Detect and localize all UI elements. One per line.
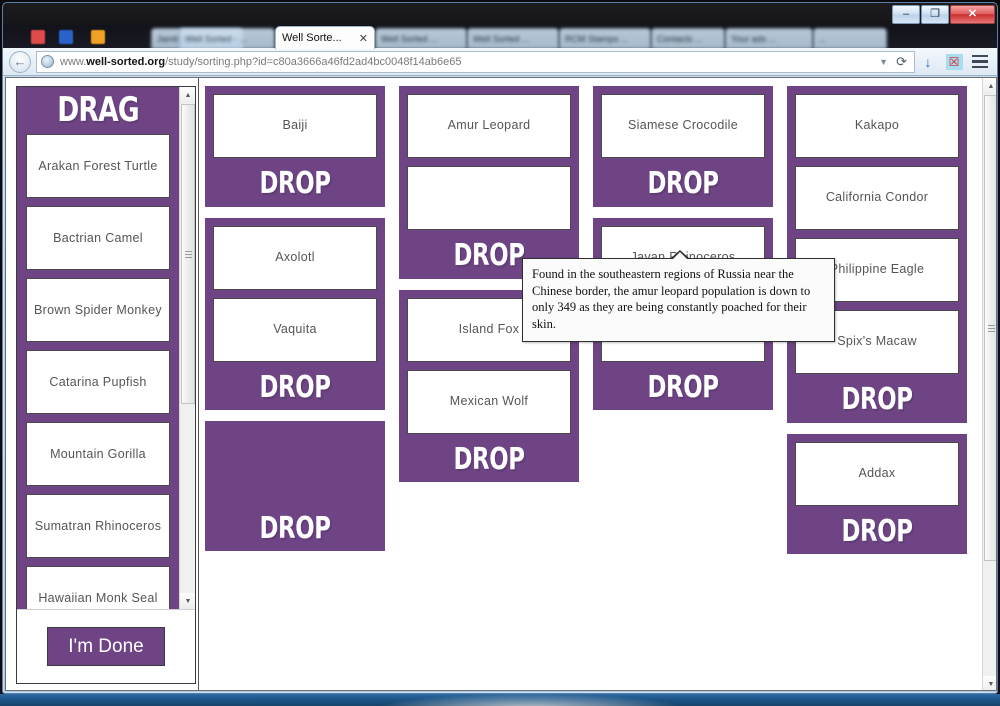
- rss-icon: ☒: [945, 53, 963, 70]
- drag-item[interactable]: Catarina Pupfish: [26, 350, 170, 414]
- sorted-item-card[interactable]: California Condor: [795, 166, 959, 230]
- drop-label: DROP: [259, 166, 331, 201]
- drop-group[interactable]: Axolotl Vaquita DROP: [205, 217, 385, 410]
- back-button[interactable]: ←: [9, 50, 31, 73]
- board-scroll-up-icon[interactable]: ▲: [983, 78, 996, 94]
- background-tab[interactable]: Well Sorted ...: [375, 28, 467, 49]
- drag-panel: DRAG Arakan Forest Turtle Bactrian Camel B…: [16, 86, 196, 684]
- drag-item[interactable]: Mountain Gorilla: [26, 422, 170, 486]
- drop-group[interactable]: Addax DROP: [787, 433, 967, 554]
- drop-label: DROP: [841, 382, 913, 417]
- sorted-item-card[interactable]: Vaquita: [213, 297, 377, 362]
- background-tab[interactable]: Contacts ...: [651, 28, 725, 49]
- reload-icon[interactable]: ⟳: [893, 54, 910, 70]
- tab-favicon: [59, 30, 73, 44]
- drop-group[interactable]: Kakapo California Condor Philippine Eagle S…: [787, 86, 967, 423]
- scroll-thumb-grip: [987, 323, 995, 334]
- sorting-column: Siamese CrocodileDROPJavan RhinocerosNor…: [593, 86, 773, 690]
- feed-button[interactable]: ☒: [941, 51, 967, 73]
- menu-button[interactable]: [967, 51, 993, 73]
- background-tab[interactable]: ...: [813, 28, 887, 49]
- sorted-item-card[interactable]: Addax: [795, 441, 959, 506]
- maximize-button[interactable]: ❐: [921, 5, 949, 24]
- drag-item-container: Arakan Forest Turtle Bactrian Camel Brown …: [26, 134, 170, 609]
- sorted-item-card[interactable]: Kakapo: [795, 94, 959, 158]
- background-tab[interactable]: RCM Stamps ...: [559, 28, 651, 49]
- url-prefix: www.: [60, 55, 87, 68]
- taskbar-glow: [380, 694, 680, 706]
- sorted-item-card[interactable]: Baiji: [213, 94, 377, 158]
- drop-label: DROP: [647, 166, 719, 201]
- done-button-area: I'm Done: [17, 609, 195, 683]
- item-tooltip: Found in the southeastern regions of Rus…: [522, 250, 835, 342]
- drag-heading: DRAG: [57, 90, 139, 130]
- sorting-column: Amur Leopard DROP Island Fox Mexican Wolf DR…: [399, 86, 579, 690]
- sorting-column: Baiji DROP Axolotl Vaquita DROP DROP: [205, 86, 385, 690]
- download-arrow-icon: ↓: [924, 53, 932, 70]
- browser-window: – ❐ ✕ Jamb's Th...Well Sorted - ...Well …: [2, 2, 998, 694]
- url-path: /study/sorting.php?id=c80a3666a46fd2ad4b…: [165, 55, 462, 68]
- tab-favicon: [91, 30, 105, 44]
- drag-scroll-down-icon[interactable]: ▼: [180, 593, 195, 609]
- url-text: www.well-sorted.org/study/sorting.php?id…: [60, 56, 874, 68]
- sorted-item-card[interactable]: Amur Leopard: [407, 94, 571, 158]
- tab-label: Well Sorte...: [282, 32, 342, 44]
- drop-label: DROP: [259, 369, 331, 405]
- sorted-item-card[interactable]: Mexican Wolf: [407, 369, 571, 434]
- tab-active-well-sorted[interactable]: Well Sorte... ✕: [275, 26, 375, 49]
- drop-label: DROP: [841, 513, 913, 549]
- drag-scroll-up-icon[interactable]: ▲: [180, 87, 195, 103]
- sorted-item-card[interactable]: Axolotl: [213, 225, 377, 290]
- im-done-button[interactable]: I'm Done: [47, 627, 165, 666]
- board-scroll-down-icon[interactable]: ▼: [983, 676, 996, 690]
- tooltip-arrow-inner: [672, 252, 688, 260]
- minimize-button[interactable]: –: [892, 5, 920, 24]
- drag-item[interactable]: Arakan Forest Turtle: [26, 134, 170, 198]
- tab-favicon: [31, 30, 45, 44]
- background-tab[interactable]: Well Sorted - ...: [179, 28, 275, 49]
- downloads-button[interactable]: ↓: [915, 51, 941, 73]
- window-controls: – ❐ ✕: [892, 5, 995, 24]
- drag-scroll-thumb[interactable]: [181, 104, 195, 404]
- drop-label: DROP: [647, 369, 719, 405]
- url-domain: well-sorted.org: [86, 55, 166, 68]
- drag-item[interactable]: Hawaiian Monk Seal: [26, 566, 170, 609]
- tab-close-icon[interactable]: ✕: [359, 32, 368, 45]
- globe-icon: [41, 55, 54, 68]
- close-button[interactable]: ✕: [950, 5, 995, 24]
- background-tab[interactable]: Well Sorted ...: [467, 28, 559, 49]
- sorting-columns: Baiji DROP Axolotl Vaquita DROP DROP Amur Leop…: [199, 78, 983, 690]
- drop-group[interactable]: DROP: [205, 421, 385, 551]
- drop-group[interactable]: Amur Leopard DROP: [399, 86, 579, 279]
- drag-list-scroll-area: DRAG Arakan Forest Turtle Bactrian Camel B…: [17, 87, 195, 609]
- sorting-column: Kakapo California Condor Philippine Eagle S…: [787, 86, 967, 690]
- chevron-down-icon[interactable]: ▼: [874, 57, 893, 67]
- drag-list-scrollbar[interactable]: ▲ ▼: [179, 87, 195, 609]
- desktop-background: – ❐ ✕ Jamb's Th...Well Sorted - ...Well …: [0, 0, 1000, 706]
- page-viewport: DRAG Arakan Forest Turtle Bactrian Camel B…: [5, 77, 997, 691]
- drag-item[interactable]: Brown Spider Monkey: [26, 278, 170, 342]
- board-scroll-thumb[interactable]: [984, 95, 996, 561]
- hamburger-menu-icon: [972, 54, 988, 69]
- drop-label: DROP: [453, 441, 525, 477]
- navigation-bar: ← www.well-sorted.org/study/sorting.php?…: [3, 48, 997, 76]
- drop-group[interactable]: Baiji DROP: [205, 86, 385, 207]
- sorted-item-card[interactable]: Siamese Crocodile: [601, 94, 765, 158]
- address-bar[interactable]: www.well-sorted.org/study/sorting.php?id…: [36, 50, 915, 73]
- tooltip-text: Found in the southeastern regions of Rus…: [532, 267, 811, 331]
- taskbar[interactable]: [0, 694, 1000, 706]
- tab-strip: Jamb's Th...Well Sorted - ...Well Sorted…: [3, 25, 997, 49]
- scroll-thumb-grip: [184, 249, 192, 260]
- drag-item[interactable]: Bactrian Camel: [26, 206, 170, 270]
- board-scrollbar[interactable]: ▲ ▼: [982, 78, 996, 690]
- drag-item[interactable]: Sumatran Rhinoceros: [26, 494, 170, 558]
- drop-group[interactable]: Siamese Crocodile DROP: [593, 86, 773, 207]
- sorted-item-card[interactable]: [407, 166, 571, 230]
- drop-label: DROP: [259, 510, 331, 546]
- drag-list: DRAG Arakan Forest Turtle Bactrian Camel B…: [17, 87, 179, 609]
- background-tab[interactable]: Your ads ...: [725, 28, 813, 49]
- sorting-board: Baiji DROP Axolotl Vaquita DROP DROP Amur Leop…: [198, 78, 996, 690]
